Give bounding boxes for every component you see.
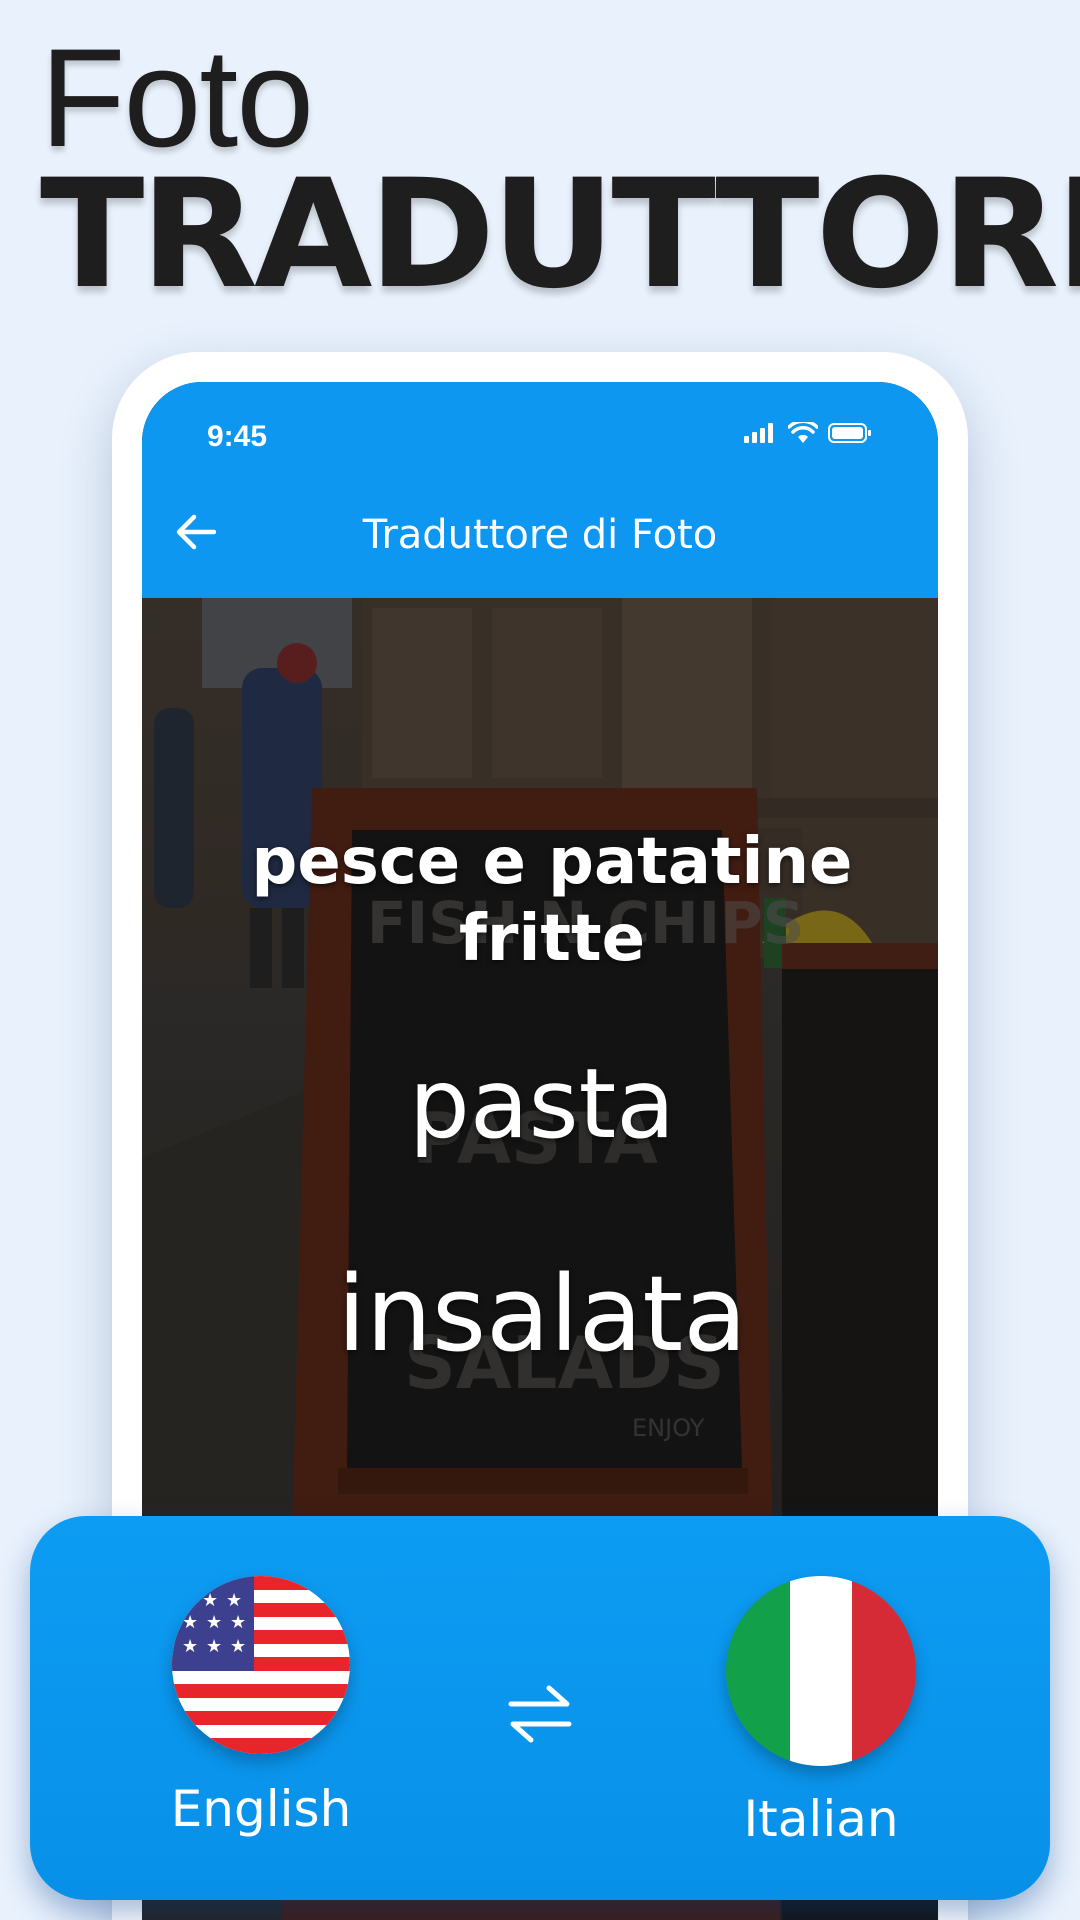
cellular-signal-icon	[744, 423, 773, 443]
app-bar: 9:45 Traduttore di Foto	[142, 382, 938, 598]
status-icons	[744, 422, 872, 444]
italy-flag-icon[interactable]	[726, 1576, 916, 1766]
svg-text:★: ★	[226, 1590, 242, 1611]
translation-text-1: pesce e patatine fritte	[251, 825, 853, 976]
wifi-icon	[788, 422, 818, 443]
svg-text:★: ★	[202, 1590, 218, 1611]
language-panel: ★ ★ ★ ★ ★ ★ ★ ★ English Italian	[30, 1516, 1050, 1900]
status-time: 9:45	[207, 420, 268, 453]
app-title: Traduttore di Foto	[362, 512, 718, 558]
svg-text:★: ★	[182, 1612, 198, 1633]
headline-line-1: Foto	[40, 19, 314, 176]
source-language-label[interactable]: English	[130, 1780, 392, 1838]
headline-line-2: TRADUTTORE	[40, 148, 1080, 322]
swap-arrows-icon	[508, 1685, 572, 1743]
battery-icon	[828, 423, 871, 443]
page: Foto TRADUTTORE 9:45 Traduttore di Foto …	[0, 0, 1080, 1920]
target-language-label[interactable]: Italian	[690, 1790, 952, 1848]
us-flag-icon[interactable]: ★ ★ ★ ★ ★ ★ ★ ★	[172, 1576, 350, 1754]
svg-text:★: ★	[182, 1636, 198, 1657]
svg-text:★: ★	[206, 1636, 222, 1657]
svg-text:★: ★	[230, 1612, 246, 1633]
svg-text:★: ★	[206, 1612, 222, 1633]
translation-text-3: insalata	[337, 1253, 747, 1375]
swap-languages-button[interactable]	[502, 1676, 578, 1752]
translation-text-2: pasta	[408, 1048, 676, 1160]
svg-text:★: ★	[230, 1636, 246, 1657]
